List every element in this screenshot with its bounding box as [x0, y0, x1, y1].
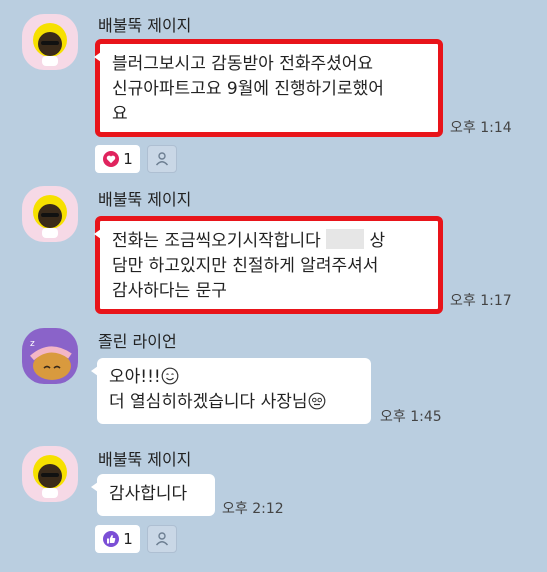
message-line-2: 더 열심히하겠습니다 사장님	[109, 392, 308, 412]
jay-g-avatar-icon	[33, 195, 67, 238]
smile-emoji	[161, 367, 179, 385]
message-text-part-1: 전화는 조금씩오기시작합니다	[112, 231, 327, 251]
avatar-jay-g[interactable]	[22, 446, 78, 502]
message-bubble-1[interactable]: 블러그보시고 감동받아 전화주셨어요 신규아파트고요 9월에 진행하기로했어 요	[94, 39, 443, 137]
like-reaction[interactable]: 1	[95, 525, 140, 553]
message-bubble-4[interactable]: 감사합니다	[91, 474, 215, 516]
thumbs-up-icon	[103, 531, 120, 547]
reaction-count: 1	[123, 150, 133, 168]
person-icon	[155, 152, 169, 166]
jay-g-avatar-icon	[33, 455, 67, 498]
reaction-count: 1	[123, 530, 133, 548]
avatar-jay-g[interactable]	[22, 14, 78, 70]
sender-name: 배불뚝 제이지	[98, 190, 192, 209]
message-line-1: 오아!!!	[109, 367, 161, 387]
person-icon	[155, 532, 169, 546]
add-reaction-button[interactable]	[147, 145, 177, 173]
message-time: 오후 1:45	[380, 409, 442, 425]
message-time: 오후 1:17	[450, 293, 512, 309]
avatar-jay-g[interactable]	[22, 186, 78, 242]
message-bubble-2[interactable]: 전화는 조금씩오기시작합니다 상 담만 하고있지만 친절하게 알려주셔서 감사하…	[94, 216, 443, 314]
avatar-sleepy-ryan[interactable]: z	[22, 328, 78, 384]
sender-name: 배불뚝 제이지	[98, 450, 192, 469]
ryan-avatar-icon: z	[30, 339, 72, 380]
dizzy-emoji	[308, 392, 325, 410]
redacted-text	[326, 229, 365, 249]
svg-text:z: z	[30, 339, 35, 349]
message-bubble-3[interactable]: 오아!!! 더 열심히하겠습니다 사장님	[91, 358, 371, 424]
message-time: 오후 2:12	[222, 501, 284, 517]
message-time: 오후 1:14	[450, 120, 512, 136]
jay-g-avatar-icon	[33, 23, 67, 66]
sender-name: 졸린 라이언	[98, 332, 177, 351]
sender-name: 배불뚝 제이지	[98, 16, 192, 35]
heart-reaction[interactable]: 1	[95, 145, 140, 173]
heart-icon	[103, 151, 120, 167]
add-reaction-button[interactable]	[147, 525, 177, 553]
